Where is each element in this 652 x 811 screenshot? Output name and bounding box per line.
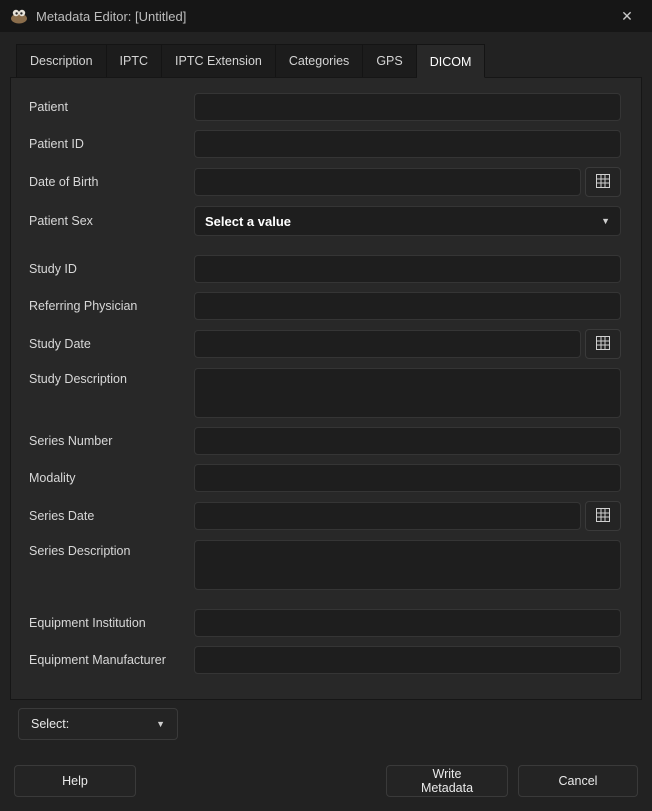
select-dropdown-label: Select:	[31, 717, 69, 731]
equipment-manufacturer-label: Equipment Manufacturer	[29, 653, 194, 667]
date-of-birth-label: Date of Birth	[29, 175, 194, 189]
form-row: Equipment Manufacturer	[29, 646, 621, 674]
chevron-down-icon: ▼	[601, 217, 610, 226]
date-of-birth-input[interactable]	[194, 168, 581, 196]
metadata-editor-window: Metadata Editor: [Untitled] ✕ Descriptio…	[0, 0, 652, 811]
form-row: Date of Birth	[29, 167, 621, 197]
form-row: Patient	[29, 93, 621, 121]
study-description-textarea[interactable]	[194, 368, 621, 418]
series-date-input[interactable]	[194, 502, 581, 530]
form-row: Study Description	[29, 368, 621, 418]
patient-label: Patient	[29, 100, 194, 114]
study-id-input[interactable]	[194, 255, 621, 283]
patient-sex-label: Patient Sex	[29, 214, 194, 228]
tab-dicom[interactable]: DICOM	[417, 44, 486, 78]
referring-physician-input[interactable]	[194, 292, 621, 320]
tab-gps[interactable]: GPS	[363, 44, 416, 77]
form-row: Patient Sex Select a value ▼	[29, 206, 621, 236]
study-description-label: Study Description	[29, 368, 194, 386]
study-date-label: Study Date	[29, 337, 194, 351]
series-description-label: Series Description	[29, 540, 194, 558]
referring-physician-label: Referring Physician	[29, 299, 194, 313]
form-row: Modality	[29, 464, 621, 492]
calendar-grid-icon	[595, 173, 611, 192]
series-date-calendar-button[interactable]	[585, 501, 621, 531]
select-bar: Select: ▼	[18, 708, 642, 740]
patient-input[interactable]	[194, 93, 621, 121]
form-row: Series Description	[29, 540, 621, 590]
form-row: Patient ID	[29, 130, 621, 158]
calendar-grid-icon	[595, 335, 611, 354]
chevron-down-icon: ▼	[156, 720, 165, 729]
study-date-field	[194, 329, 621, 359]
modality-input[interactable]	[194, 464, 621, 492]
form-row: Equipment Institution	[29, 609, 621, 637]
form-row: Study ID	[29, 255, 621, 283]
study-date-calendar-button[interactable]	[585, 329, 621, 359]
date-of-birth-field	[194, 167, 621, 197]
form-row: Study Date	[29, 329, 621, 359]
select-dropdown[interactable]: Select: ▼	[18, 708, 178, 740]
equipment-institution-label: Equipment Institution	[29, 616, 194, 630]
study-date-input[interactable]	[194, 330, 581, 358]
modality-label: Modality	[29, 471, 194, 485]
form-row: Series Date	[29, 501, 621, 531]
footer-button-row: Help Write Metadata Cancel	[0, 765, 652, 811]
form-row: Series Number	[29, 427, 621, 455]
tab-iptc[interactable]: IPTC	[107, 44, 162, 77]
equipment-institution-input[interactable]	[194, 609, 621, 637]
tab-description[interactable]: Description	[16, 44, 107, 77]
series-date-field	[194, 501, 621, 531]
patient-id-input[interactable]	[194, 130, 621, 158]
tab-iptc-extension[interactable]: IPTC Extension	[162, 44, 276, 77]
help-button[interactable]: Help	[14, 765, 136, 797]
calendar-grid-icon	[595, 507, 611, 526]
close-button[interactable]: ✕	[612, 2, 642, 30]
series-date-label: Series Date	[29, 509, 194, 523]
close-icon: ✕	[621, 8, 633, 24]
cancel-button[interactable]: Cancel	[518, 765, 638, 797]
series-description-textarea[interactable]	[194, 540, 621, 590]
date-of-birth-calendar-button[interactable]	[585, 167, 621, 197]
gimp-wilber-icon	[10, 8, 28, 24]
series-number-input[interactable]	[194, 427, 621, 455]
patient-sex-selected-value: Select a value	[205, 214, 291, 229]
patient-id-label: Patient ID	[29, 137, 194, 151]
study-id-label: Study ID	[29, 262, 194, 276]
window-title: Metadata Editor: [Untitled]	[36, 9, 604, 24]
patient-sex-select[interactable]: Select a value ▼	[194, 206, 621, 236]
titlebar: Metadata Editor: [Untitled] ✕	[0, 0, 652, 32]
dicom-form-panel: Patient Patient ID Date of Birth	[10, 77, 642, 700]
equipment-manufacturer-input[interactable]	[194, 646, 621, 674]
write-metadata-button[interactable]: Write Metadata	[386, 765, 508, 797]
series-number-label: Series Number	[29, 434, 194, 448]
tab-categories[interactable]: Categories	[276, 44, 363, 77]
tab-bar: Description IPTC IPTC Extension Categori…	[10, 44, 642, 77]
form-row: Referring Physician	[29, 292, 621, 320]
